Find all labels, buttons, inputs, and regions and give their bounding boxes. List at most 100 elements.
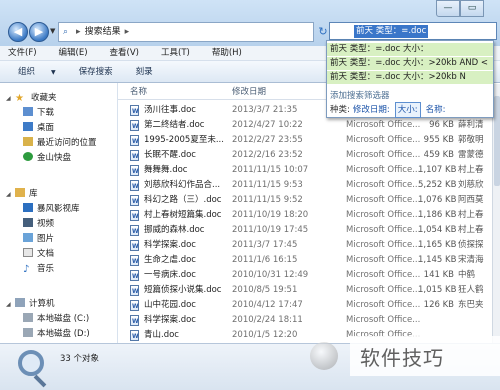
menu-help[interactable]: 帮助(H) bbox=[212, 48, 242, 58]
forward-button[interactable]: ▶ bbox=[29, 22, 49, 42]
file-row[interactable]: 1995-2005夏至未... 2012/2/27 23:55 Microsoft … bbox=[118, 133, 494, 149]
nav-libraries[interactable]: ◢ 库 bbox=[0, 187, 118, 201]
refresh-button[interactable]: ↻ bbox=[316, 22, 330, 42]
file-author: 阿西莫 bbox=[458, 195, 484, 205]
menu-file[interactable]: 文件(F) bbox=[8, 48, 37, 58]
file-row[interactable]: 短篇侦探小说集.doc 2010/8/5 19:51 Microsoft Offic… bbox=[118, 283, 494, 299]
add-search-filter-label: 添加搜索筛选器 bbox=[330, 91, 390, 101]
file-row[interactable]: 科学探案.doc 2011/3/7 17:45 Microsoft Office..… bbox=[118, 238, 494, 254]
search-history-item[interactable]: 前天 类型：=.doc 大小： bbox=[327, 43, 493, 56]
file-size: 459 KB bbox=[423, 150, 454, 160]
maximize-button[interactable]: ▭ bbox=[460, 0, 484, 17]
file-row[interactable]: 刘慈欣科幻作品合... 2011/11/15 9:53 Microsoft Offi… bbox=[118, 178, 494, 194]
nav-item-pictures[interactable]: 图片 bbox=[0, 232, 118, 246]
back-button[interactable]: ◀ bbox=[8, 22, 28, 42]
file-row[interactable]: 第二终结者.doc 2012/4/27 10:22 Microsoft Office… bbox=[118, 118, 494, 134]
nav-item-documents[interactable]: 文档 bbox=[0, 247, 118, 261]
file-date: 2011/11/15 10:07 bbox=[232, 165, 309, 175]
nav-item-drive-c[interactable]: 本地磁盘 (C:) bbox=[0, 312, 118, 326]
word-document-icon bbox=[130, 210, 139, 224]
file-row[interactable]: 科幻之路（三）.doc 2011/11/15 9:52 Microsoft Offi… bbox=[118, 193, 494, 209]
filter-modified-date[interactable]: 修改日期: bbox=[353, 103, 390, 117]
file-author: 郭敬明 bbox=[458, 135, 484, 145]
address-bar[interactable]: ⌕ ▸ 搜索结果 ▸ bbox=[58, 22, 314, 42]
file-author: 东巴夹 bbox=[458, 300, 484, 310]
file-name: 村上春树短篇集.doc bbox=[144, 210, 222, 220]
expand-icon[interactable]: ◢ bbox=[6, 298, 13, 312]
watermark: 软件技巧 bbox=[310, 336, 500, 376]
nav-item-downloads[interactable]: 下载 bbox=[0, 106, 118, 120]
nav-item-desktop[interactable]: 桌面 bbox=[0, 121, 118, 135]
save-search-button[interactable]: 保存搜索 bbox=[79, 67, 113, 77]
nav-item-recent-places[interactable]: 最近访问的位置 bbox=[0, 136, 118, 150]
vertical-scrollbar[interactable] bbox=[492, 84, 500, 343]
column-header-name[interactable]: 名称 bbox=[130, 84, 147, 100]
nav-item-label: 金山快盘 bbox=[37, 153, 72, 163]
nav-item-drive-d[interactable]: 本地磁盘 (D:) bbox=[0, 327, 118, 341]
search-history-item[interactable]: 前天 类型：=.doc 大小：>20kb AND < bbox=[327, 57, 493, 70]
word-document-icon bbox=[130, 225, 139, 239]
file-type: Microsoft Office... bbox=[346, 225, 421, 235]
menu-view[interactable]: 查看(V) bbox=[110, 48, 139, 58]
library-icon bbox=[15, 188, 25, 197]
file-row[interactable]: 村上春树短篇集.doc 2011/10/19 18:20 Microsoft Off… bbox=[118, 208, 494, 224]
file-name: 挪威的森林.doc bbox=[144, 225, 205, 235]
search-query-text: 前天 类型：=.doc bbox=[354, 25, 429, 38]
file-date: 2011/1/6 16:15 bbox=[232, 255, 298, 265]
file-type: Microsoft Office... bbox=[346, 135, 421, 145]
file-size: 1,186 KB bbox=[418, 210, 457, 220]
file-row[interactable]: 挪威的森林.doc 2011/10/19 17:45 Microsoft Offic… bbox=[118, 223, 494, 239]
nav-item-music[interactable]: ♪ 音乐 bbox=[0, 262, 118, 276]
file-row[interactable]: 一号病床.doc 2010/10/31 12:49 Microsoft Office… bbox=[118, 268, 494, 284]
file-date: 2012/2/16 23:52 bbox=[232, 150, 303, 160]
organize-button[interactable]: 组织 ▼ bbox=[9, 67, 56, 77]
nav-item-videos[interactable]: 视频 bbox=[0, 217, 118, 231]
kuaipan-icon bbox=[23, 152, 33, 161]
minimize-button[interactable]: — bbox=[436, 0, 460, 17]
burn-button[interactable]: 刻录 bbox=[136, 67, 153, 77]
file-type: Microsoft Office... bbox=[346, 300, 421, 310]
nav-item-label: 文档 bbox=[37, 249, 55, 259]
file-row[interactable]: 长眠不醒.doc 2012/2/16 23:52 Microsoft Office.… bbox=[118, 148, 494, 164]
file-date: 2011/10/19 17:45 bbox=[232, 225, 309, 235]
expand-icon[interactable]: ◢ bbox=[6, 188, 13, 202]
watermark-text: 软件技巧 bbox=[360, 346, 444, 370]
file-row[interactable]: 舞舞舞.doc 2011/11/15 10:07 Microsoft Office.… bbox=[118, 163, 494, 179]
file-size: 1,145 KB bbox=[418, 255, 457, 265]
file-date: 2010/4/12 17:47 bbox=[232, 300, 303, 310]
file-row[interactable]: 科学探案.doc 2010/2/24 18:11 Microsoft Office.… bbox=[118, 313, 494, 329]
nav-item-kuaipan[interactable]: 金山快盘 bbox=[0, 151, 118, 165]
star-icon: ★ bbox=[15, 93, 24, 104]
search-input[interactable]: 前天 类型：=.doc bbox=[329, 22, 497, 40]
file-row[interactable]: 山中花园.doc 2010/4/12 17:47 Microsoft Office.… bbox=[118, 298, 494, 314]
breadcrumb-separator: ▸ bbox=[124, 27, 130, 37]
menu-tools[interactable]: 工具(T) bbox=[161, 48, 190, 58]
recent-pages-dropdown[interactable]: ▼ bbox=[50, 27, 55, 35]
nav-computer-label: 计算机 bbox=[29, 299, 55, 309]
expand-icon[interactable]: ◢ bbox=[6, 92, 13, 106]
nav-favorites[interactable]: ◢ ★ 收藏夹 bbox=[0, 91, 118, 105]
watermark-logo-icon bbox=[310, 342, 338, 370]
file-name: 第二终结者.doc bbox=[144, 120, 205, 130]
file-name: 刘慈欣科幻作品合... bbox=[144, 180, 221, 190]
filter-kind[interactable]: 种类: bbox=[330, 103, 350, 117]
nav-computer[interactable]: ◢ 计算机 bbox=[0, 297, 118, 311]
scrollbar-thumb[interactable] bbox=[494, 96, 500, 186]
word-document-icon bbox=[130, 150, 139, 164]
nav-item-storm-video[interactable]: 暴风影视库 bbox=[0, 202, 118, 216]
word-document-icon bbox=[130, 165, 139, 179]
pictures-icon bbox=[23, 233, 33, 242]
filter-name[interactable]: 名称: bbox=[426, 103, 446, 117]
breadcrumb-search-results[interactable]: 搜索结果 bbox=[85, 27, 121, 37]
drive-icon bbox=[23, 313, 33, 322]
file-date: 2011/3/7 17:45 bbox=[232, 240, 298, 250]
menu-edit[interactable]: 编辑(E) bbox=[59, 48, 88, 58]
file-row[interactable]: 生命之虐.doc 2011/1/6 16:15 Microsoft Office..… bbox=[118, 253, 494, 269]
search-history-item[interactable]: 前天 类型：=.doc 大小：>20kb N bbox=[327, 71, 493, 84]
file-type: Microsoft Office... bbox=[346, 270, 421, 280]
column-header-date[interactable]: 修改日期 bbox=[232, 84, 266, 100]
video-icon bbox=[23, 218, 33, 227]
filter-size[interactable]: 大小: bbox=[394, 102, 421, 118]
drive-icon bbox=[23, 328, 33, 337]
file-author: 刘慈欣 bbox=[458, 180, 484, 190]
